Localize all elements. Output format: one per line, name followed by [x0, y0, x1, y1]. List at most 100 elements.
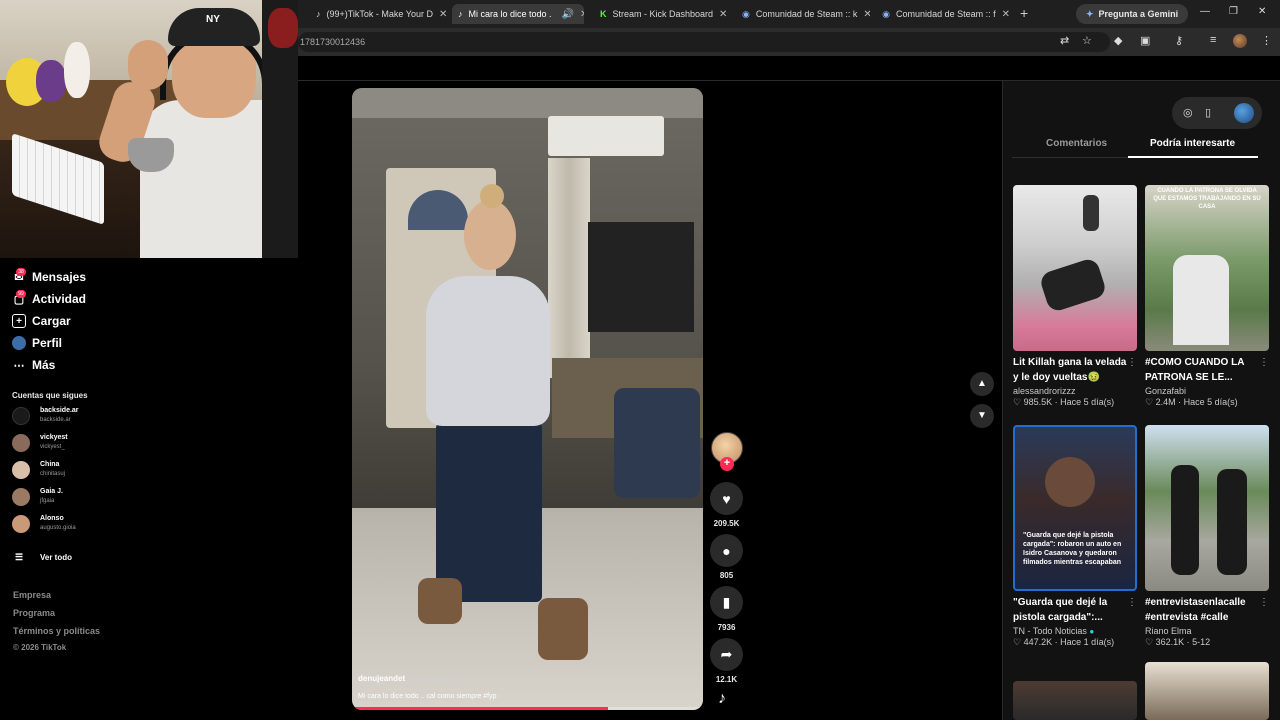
video-thumbnail[interactable]: "Guarda que dejé la pistola cargada": ro…: [1013, 425, 1137, 591]
share-icon: ➦: [720, 646, 733, 662]
video-player[interactable]: denujeandet · Hace 1 día(s) Mi cara lo d…: [352, 88, 703, 710]
tiktok-icon: ♪: [316, 9, 321, 19]
sidebar-item-label: Perfil: [32, 336, 63, 350]
media-icon[interactable]: ≡: [1210, 34, 1216, 46]
compass-icon[interactable]: ◎: [1183, 106, 1193, 119]
see-all-label: Ver todo: [40, 552, 73, 562]
close-icon[interactable]: ✕: [433, 9, 447, 20]
star-icon[interactable]: ☆: [1082, 34, 1092, 47]
account-handle: chinitasuj: [40, 471, 66, 477]
recommended-video-card[interactable]: ⋮ Lit Killah gana la velada y le doy vue…: [1013, 185, 1137, 408]
video-thumbnail[interactable]: [1013, 185, 1137, 351]
video-thumbnail[interactable]: [1145, 425, 1269, 591]
avatar: [12, 515, 30, 533]
sidebar-item-label: Cargar: [32, 314, 71, 328]
close-icon[interactable]: ✕: [574, 9, 584, 20]
next-video-button[interactable]: ▼: [970, 404, 994, 428]
tiktok-icon[interactable]: ♪: [718, 690, 726, 708]
author-name: denujeandet: [358, 674, 406, 683]
close-icon[interactable]: ✕: [713, 9, 727, 20]
followed-account[interactable]: Alonso augusto.gioia: [12, 513, 102, 535]
card-author: Riano Elma: [1145, 626, 1192, 636]
account-name: Gaia J.: [40, 488, 63, 495]
plush-toy: [36, 60, 66, 102]
previous-video-button[interactable]: ▲: [970, 372, 994, 396]
footer-link-company[interactable]: Empresa: [13, 590, 51, 600]
mate-cup: [128, 138, 174, 172]
sidebar-item-more[interactable]: ⋯ Más: [12, 358, 56, 372]
close-icon[interactable]: ✕: [857, 9, 870, 20]
video-author[interactable]: denujeandet · Hace 1 día(s): [358, 674, 454, 683]
more-icon[interactable]: ⋮: [1127, 357, 1137, 368]
speaker-icon[interactable]: 🔊: [556, 9, 574, 20]
more-icon[interactable]: ⋮: [1259, 357, 1269, 368]
video-thumbnail[interactable]: [1013, 681, 1137, 720]
video-thumbnail[interactable]: [1145, 662, 1269, 720]
plush-toy: [64, 42, 90, 98]
card-stats: ♡ 447.2K · Hace 1 día(s): [1013, 637, 1115, 647]
close-icon[interactable]: ✕: [996, 9, 1010, 20]
steam-icon: ◉: [742, 8, 750, 19]
puzzle-icon[interactable]: ▣: [1140, 34, 1150, 47]
more-icon[interactable]: ⋮: [1127, 597, 1137, 608]
list-icon: ☰: [14, 551, 24, 562]
followed-account[interactable]: backside.ar backside.ar: [12, 405, 102, 427]
phone-icon[interactable]: ▯: [1205, 106, 1211, 119]
card-stats: ♡ 2.4M · Hace 5 día(s): [1145, 397, 1238, 407]
followed-account[interactable]: Gaia J. jfgaia: [12, 486, 102, 508]
sidebar-item-upload[interactable]: + Cargar: [12, 314, 71, 328]
recommended-video-card[interactable]: CUANDO LA PATRONA SE OLVIDA QUE ESTAMOS …: [1145, 185, 1269, 408]
globe-icon[interactable]: [1234, 103, 1254, 123]
save-button[interactable]: ▮: [710, 586, 743, 619]
recommended-video-card[interactable]: ⋮ #entrevistasenlacalle #entrevista #cal…: [1145, 425, 1269, 648]
video-thumbnail[interactable]: CUANDO LA PATRONA SE OLVIDA QUE ESTAMOS …: [1145, 185, 1269, 351]
like-count: 209.5K: [713, 519, 740, 528]
extension-icon[interactable]: ◆: [1114, 34, 1122, 47]
followed-account[interactable]: China chinitasuj: [12, 459, 102, 481]
video-progress[interactable]: [352, 707, 703, 710]
browser-tab[interactable]: ◉ Comunidad de Steam :: k ✕: [736, 4, 870, 24]
video-person: [418, 578, 462, 624]
close-window-button[interactable]: ✕: [1258, 6, 1266, 17]
tab-comments[interactable]: Comentarios: [1046, 138, 1107, 149]
footer-link-program[interactable]: Programa: [13, 608, 55, 618]
maximize-button[interactable]: ❐: [1229, 6, 1238, 17]
card-title: Lit Killah gana la velada y le doy vuelt…: [1013, 357, 1127, 383]
translate-icon[interactable]: ⇄: [1060, 34, 1069, 47]
notification-badge: 99: [16, 290, 26, 298]
footer-link-terms[interactable]: Términos y políticas: [13, 626, 100, 636]
tab-recommended[interactable]: Podría interesarte: [1150, 138, 1235, 149]
thumbnail-overlay-text: CUANDO LA PATRONA SE OLVIDA QUE ESTAMOS …: [1153, 188, 1261, 210]
avatar: [12, 434, 30, 452]
tab-label: Mi cara lo dice todo .: [468, 9, 552, 19]
video-progress-fill: [352, 707, 609, 710]
sidebar-item-label: Actividad: [32, 292, 87, 306]
sidebar-item-profile[interactable]: Perfil: [12, 336, 62, 350]
minimize-button[interactable]: —: [1200, 6, 1210, 17]
comment-button[interactable]: ●: [710, 534, 743, 567]
comment-count: 805: [719, 571, 734, 580]
like-button[interactable]: ♥: [710, 482, 743, 515]
account-name: Alonso: [40, 515, 64, 522]
menu-icon[interactable]: ⋮: [1261, 34, 1272, 47]
browser-tab[interactable]: K Stream - Kick Dashboard ✕: [594, 4, 728, 24]
followed-account[interactable]: vickyest vickyest_: [12, 432, 102, 454]
video-person: [538, 598, 588, 660]
account-handle: augusto.gioia: [40, 525, 76, 531]
browser-tab[interactable]: ◉ Comunidad de Steam :: f ✕: [876, 4, 1016, 24]
share-button[interactable]: ➦: [710, 638, 743, 671]
url-text: 1781730012436: [300, 37, 366, 47]
follow-button[interactable]: +: [720, 457, 734, 471]
new-tab-button[interactable]: +: [1020, 5, 1028, 21]
see-all-link[interactable]: ☰ Ver todo: [12, 550, 72, 564]
more-icon[interactable]: ⋮: [1259, 597, 1269, 608]
gemini-button[interactable]: ✦ Pregunta a Gemini: [1076, 4, 1189, 24]
key-icon[interactable]: ⚷: [1175, 34, 1183, 47]
profile-avatar[interactable]: [1233, 34, 1247, 48]
browser-tab-active[interactable]: ♪ Mi cara lo dice todo . 🔊 ✕: [452, 4, 584, 24]
card-stats: ♡ 362.1K · 5-12: [1145, 637, 1211, 647]
recommended-video-card[interactable]: "Guarda que dejé la pistola cargada": ro…: [1013, 425, 1137, 648]
url-field[interactable]: 1781730012436: [298, 32, 1110, 52]
browser-tab[interactable]: ♪ (99+)TikTok - Make Your D ✕: [310, 4, 450, 24]
post-time: · Hace 1 día(s): [407, 676, 454, 683]
